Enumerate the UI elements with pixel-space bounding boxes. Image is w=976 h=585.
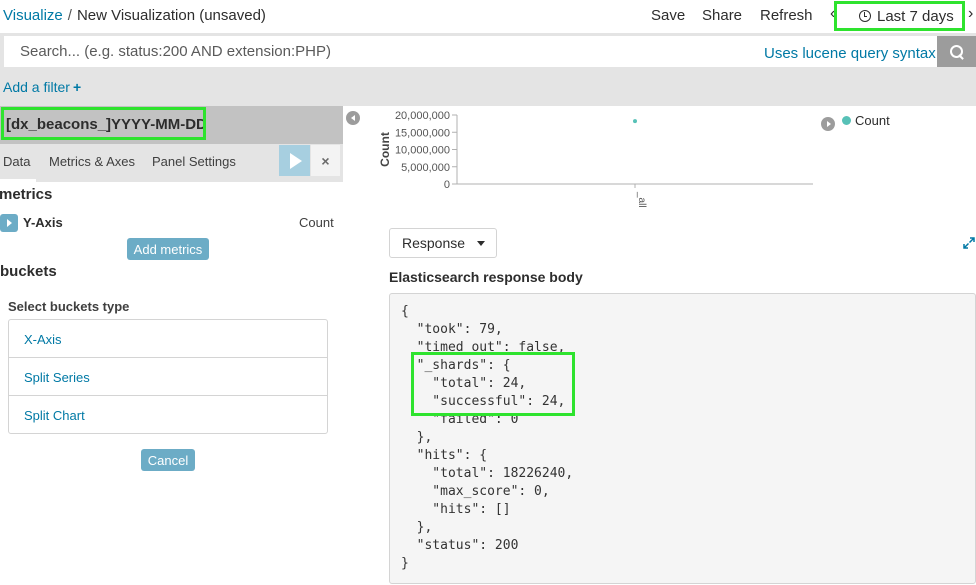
legend-dot-count (842, 116, 851, 125)
bucket-type-split-series[interactable]: Split Series (9, 358, 327, 396)
query-bar: Search... (e.g. status:200 AND extension… (0, 33, 976, 70)
y-axis-label[interactable]: Y-Axis (23, 215, 63, 230)
cancel-button[interactable]: Cancel (141, 449, 195, 471)
breadcrumb: Visualize / New Visualization (unsaved) (3, 7, 266, 24)
tab-metrics-axes[interactable]: Metrics & Axes (49, 154, 135, 169)
tab-data[interactable]: Data (3, 154, 30, 169)
close-icon: × (321, 152, 330, 169)
y-tick-label: 0 (444, 179, 450, 191)
search-placeholder: Search... (e.g. status:200 AND extension… (20, 43, 331, 60)
data-point (633, 119, 637, 124)
y-axis-title: Count (378, 132, 392, 167)
share-button[interactable]: Share (702, 7, 742, 24)
bucket-type-split-chart[interactable]: Split Chart (9, 396, 327, 434)
plus-icon: + (72, 79, 82, 95)
buckets-heading: buckets (0, 263, 57, 280)
clock-icon (859, 10, 871, 22)
time-picker-button[interactable]: Last 7 days (834, 1, 965, 31)
select-buckets-label: Select buckets type (8, 299, 130, 314)
breadcrumb-visualize-link[interactable]: Visualize (3, 7, 63, 24)
legend-toggle-icon[interactable] (821, 117, 835, 131)
response-select-value: Response (402, 235, 466, 251)
response-body-heading: Elasticsearch response body (389, 269, 583, 285)
active-tab-indicator (0, 179, 36, 182)
refresh-button[interactable]: Refresh (760, 7, 813, 24)
x-tick-label: _all (636, 191, 647, 208)
time-range-label: Last 7 days (877, 7, 954, 25)
search-icon (949, 44, 964, 59)
filter-bar: Add a filter + (0, 70, 976, 106)
caret-down-icon (477, 241, 485, 246)
y-tick-label: 15,000,000 (395, 127, 450, 139)
add-filter-label: Add a filter (3, 79, 70, 95)
lucene-syntax-link[interactable]: Uses lucene query syntax (764, 45, 936, 62)
index-pattern-header: [dx_beacons_]YYYY-MM-DD (0, 106, 343, 144)
top-nav: Visualize / New Visualization (unsaved) Sa… (0, 0, 976, 33)
tab-panel-settings[interactable]: Panel Settings (152, 154, 236, 169)
chart-area: 20,000,000 15,000,000 10,000,000 5,000,000 0… (343, 106, 976, 216)
y-tick-label: 5,000,000 (401, 162, 450, 174)
chevron-right-icon[interactable]: › (968, 5, 973, 23)
y-axis-toggle-button[interactable] (0, 214, 18, 232)
breadcrumb-current: New Visualization (unsaved) (76, 7, 266, 24)
add-metrics-button[interactable]: Add metrics (127, 238, 209, 260)
response-view-select[interactable]: Response (389, 228, 497, 258)
expand-icon[interactable] (963, 237, 975, 249)
y-tick-label: 10,000,000 (395, 145, 450, 157)
breadcrumb-separator: / (67, 7, 72, 24)
bucket-type-list: X-Axis Split Series Split Chart (8, 319, 328, 434)
y-tick-label: 20,000,000 (395, 110, 450, 122)
visualization-content: 20,000,000 15,000,000 10,000,000 5,000,000 0… (343, 106, 976, 585)
bucket-type-x-axis[interactable]: X-Axis (9, 320, 327, 358)
chevron-right-icon (6, 219, 12, 227)
search-button[interactable] (937, 36, 976, 67)
play-icon (290, 152, 302, 169)
editor-sidebar: [dx_beacons_]YYYY-MM-DD Data Metrics & A… (0, 106, 343, 585)
index-pattern-title: [dx_beacons_]YYYY-MM-DD (1, 107, 206, 140)
response-body-code: { "took": 79, "timed_out": false, "_shar… (389, 293, 976, 584)
y-axis-aggregation: Count (299, 215, 334, 230)
metrics-heading: metrics (0, 186, 53, 203)
search-input[interactable]: Search... (e.g. status:200 AND extension… (4, 36, 937, 67)
save-button[interactable]: Save (651, 7, 685, 24)
discard-changes-button[interactable]: × (311, 145, 340, 176)
apply-changes-button[interactable] (279, 145, 310, 176)
add-filter-link[interactable]: Add a filter + (3, 79, 81, 95)
legend-label-count[interactable]: Count (855, 113, 890, 128)
